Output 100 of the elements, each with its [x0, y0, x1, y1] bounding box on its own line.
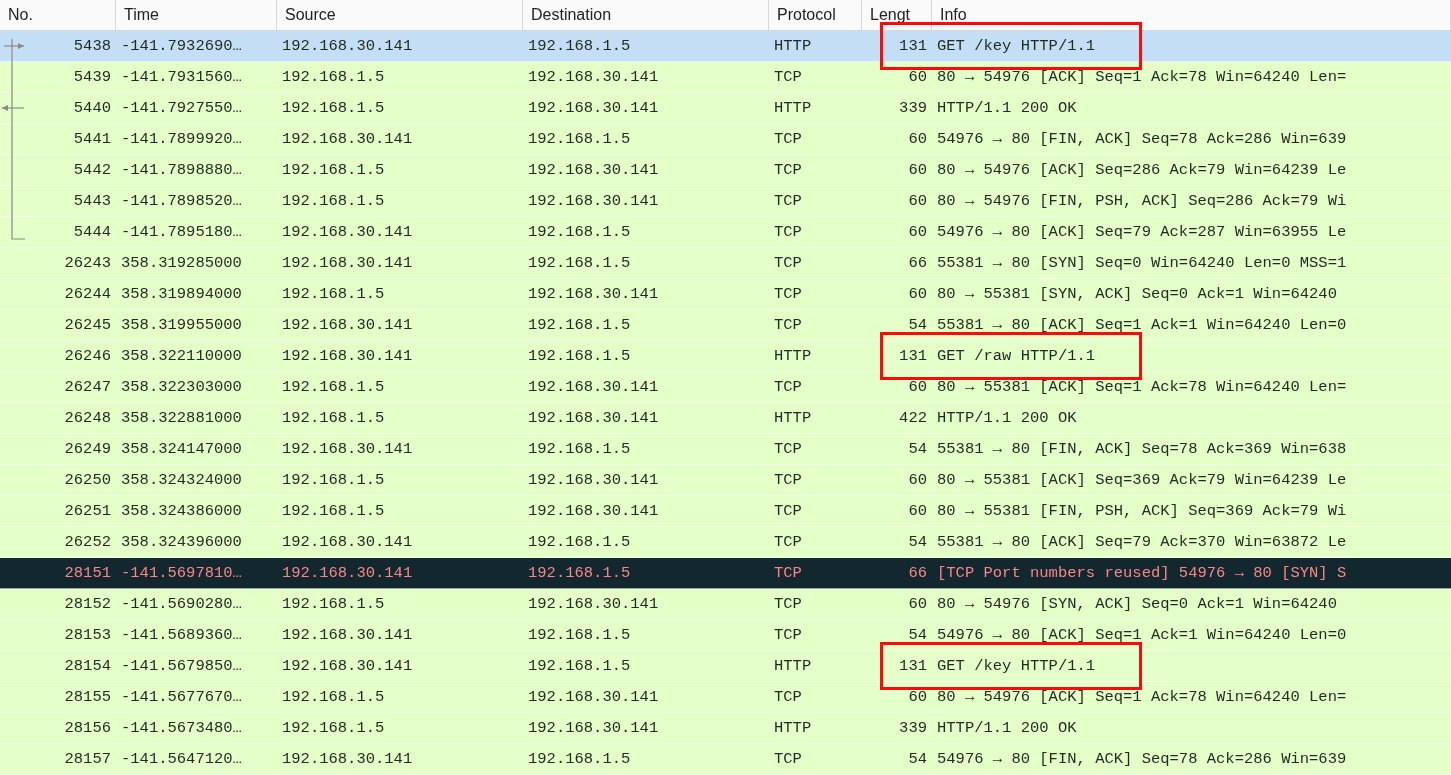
packet-row[interactable]: 5444 -141.7895180… 192.168.30.141 192.168.1.5 TCP 60 54976 → 80 [ACK] Seq=79 Ack=287 Win=63955 Le	[0, 217, 1451, 248]
table-cell: -141.5677670…	[121, 688, 242, 706]
table-cell: 66	[908, 254, 927, 272]
table-cell: 80 → 54976 [ACK] Seq=1 Ack=78 Win=64240 Len=	[937, 68, 1347, 86]
table-cell: 192.168.30.141	[282, 440, 413, 458]
packet-row[interactable]: 28156 -141.5673480… 192.168.1.5 192.168.30.141 HTTP 339 HTTP/1.1 200 OK	[0, 713, 1451, 744]
table-cell: 55381 → 80 [SYN] Seq=0 Win=64240 Len=0 MSS=1	[937, 254, 1347, 272]
table-cell: TCP	[774, 440, 802, 458]
packet-row[interactable]: 26244 358.319894000 192.168.1.5 192.168.30.141 TCP 60 80 → 55381 [SYN, ACK] Seq=0 Ack=1 Win=64240	[0, 279, 1451, 310]
table-cell: 60	[908, 285, 927, 303]
table-cell: HTTP/1.1 200 OK	[937, 719, 1077, 737]
packet-row[interactable]: 28154 -141.5679850… 192.168.30.141 192.168.1.5 HTTP 131 GET /key HTTP/1.1	[0, 651, 1451, 682]
table-cell: 26243	[64, 254, 111, 272]
table-cell: 131	[899, 347, 927, 365]
table-cell: TCP	[774, 68, 802, 86]
table-cell: 26250	[64, 471, 111, 489]
packet-row[interactable]: 28152 -141.5690280… 192.168.1.5 192.168.30.141 TCP 60 80 → 54976 [SYN, ACK] Seq=0 Ack=1 Win=64240	[0, 589, 1451, 620]
table-cell: 192.168.1.5	[528, 223, 631, 241]
table-cell: HTTP	[774, 409, 812, 427]
table-cell: 80 → 55381 [SYN, ACK] Seq=0 Ack=1 Win=64240	[937, 285, 1337, 303]
table-cell: 358.324147000	[121, 440, 242, 458]
packet-row[interactable]: 28153 -141.5689360… 192.168.30.141 192.168.1.5 TCP 54 54976 → 80 [ACK] Seq=1 Ack=1 Win=64240 Len=0	[0, 620, 1451, 651]
table-cell: TCP	[774, 626, 802, 644]
table-cell: 28157	[64, 750, 111, 768]
table-cell: 26248	[64, 409, 111, 427]
table-cell: 54	[908, 750, 927, 768]
packet-row[interactable]: 26252 358.324396000 192.168.30.141 192.168.1.5 TCP 54 55381 → 80 [ACK] Seq=79 Ack=370 Win=63872 Le	[0, 527, 1451, 558]
table-cell: 358.322110000	[121, 347, 242, 365]
column-header[interactable]: Time	[116, 0, 277, 30]
table-cell: 192.168.1.5	[282, 688, 385, 706]
table-cell: 192.168.1.5	[528, 130, 631, 148]
table-cell: TCP	[774, 223, 802, 241]
table-cell: TCP	[774, 378, 802, 396]
table-cell: 80 → 54976 [SYN, ACK] Seq=0 Ack=1 Win=64240	[937, 595, 1337, 613]
table-cell: 192.168.1.5	[528, 347, 631, 365]
column-header[interactable]: Destination	[523, 0, 769, 30]
packet-row[interactable]: 26243 358.319285000 192.168.30.141 192.168.1.5 TCP 66 55381 → 80 [SYN] Seq=0 Win=64240 Len=0 MSS=1	[0, 248, 1451, 279]
table-cell: -141.7931560…	[121, 68, 242, 86]
table-cell: HTTP/1.1 200 OK	[937, 99, 1077, 117]
table-cell: 358.324396000	[121, 533, 242, 551]
packet-row[interactable]: 26247 358.322303000 192.168.1.5 192.168.30.141 TCP 60 80 → 55381 [ACK] Seq=1 Ack=78 Win=64240 Len=	[0, 372, 1451, 403]
packet-row[interactable]: 26246 358.322110000 192.168.30.141 192.168.1.5 HTTP 131 GET /raw HTTP/1.1	[0, 341, 1451, 372]
table-cell: 60	[908, 223, 927, 241]
table-cell: 28151	[64, 564, 111, 582]
table-cell: 26252	[64, 533, 111, 551]
table-cell: 192.168.30.141	[282, 223, 413, 241]
table-cell: 192.168.1.5	[528, 564, 631, 582]
column-header[interactable]: Lengt	[862, 0, 932, 30]
packet-row[interactable]: 5441 -141.7899920… 192.168.30.141 192.168.1.5 TCP 60 54976 → 80 [FIN, ACK] Seq=78 Ack=286 Win=639	[0, 124, 1451, 155]
table-cell: 192.168.1.5	[282, 471, 385, 489]
table-cell: 60	[908, 68, 927, 86]
table-cell: 192.168.30.141	[528, 192, 659, 210]
table-cell: TCP	[774, 161, 802, 179]
table-cell: TCP	[774, 750, 802, 768]
table-cell: 192.168.30.141	[528, 378, 659, 396]
table-cell: 26249	[64, 440, 111, 458]
packet-row[interactable]: 26245 358.319955000 192.168.30.141 192.168.1.5 TCP 54 55381 → 80 [ACK] Seq=1 Ack=1 Win=64240 Len=0	[0, 310, 1451, 341]
packet-row[interactable]: 26250 358.324324000 192.168.1.5 192.168.30.141 TCP 60 80 → 55381 [ACK] Seq=369 Ack=79 Win=64239 Le	[0, 465, 1451, 496]
packet-row[interactable]: 5443 -141.7898520… 192.168.1.5 192.168.30.141 TCP 60 80 → 54976 [FIN, PSH, ACK] Seq=286 Ack=79 Wi	[0, 186, 1451, 217]
table-cell: 80 → 55381 [ACK] Seq=369 Ack=79 Win=64239 Le	[937, 471, 1347, 489]
table-cell: 358.322881000	[121, 409, 242, 427]
packet-row[interactable]: 28157 -141.5647120… 192.168.30.141 192.168.1.5 TCP 54 54976 → 80 [FIN, ACK] Seq=78 Ack=286 Win=639	[0, 744, 1451, 775]
table-cell: 339	[899, 719, 927, 737]
table-cell: -141.5697810…	[121, 564, 242, 582]
packet-row[interactable]: 5438 -141.7932690… 192.168.30.141 192.168.1.5 HTTP 131 GET /key HTTP/1.1	[0, 31, 1451, 62]
table-cell: 5444	[73, 223, 111, 241]
table-cell: 60	[908, 161, 927, 179]
table-cell: 192.168.1.5	[528, 254, 631, 272]
packet-row[interactable]: 5442 -141.7898880… 192.168.1.5 192.168.30.141 TCP 60 80 → 54976 [ACK] Seq=286 Ack=79 Win=64239 Le	[0, 155, 1451, 186]
packet-row[interactable]: 28151 -141.5697810… 192.168.30.141 192.168.1.5 TCP 66 [TCP Port numbers reused] 54976 → 80 [SYN] S	[0, 558, 1451, 589]
table-cell: -141.7898520…	[121, 192, 242, 210]
table-cell: 60	[908, 378, 927, 396]
table-cell: -141.5679850…	[121, 657, 242, 675]
table-cell: 55381 → 80 [ACK] Seq=79 Ack=370 Win=63872 Le	[937, 533, 1347, 551]
packet-row[interactable]: 26248 358.322881000 192.168.1.5 192.168.30.141 HTTP 422 HTTP/1.1 200 OK	[0, 403, 1451, 434]
table-cell: 192.168.1.5	[282, 192, 385, 210]
table-cell: 192.168.30.141	[282, 347, 413, 365]
table-cell: 5443	[73, 192, 111, 210]
table-cell: 192.168.1.5	[282, 285, 385, 303]
table-cell: TCP	[774, 564, 802, 582]
table-cell: TCP	[774, 533, 802, 551]
table-cell: 192.168.30.141	[528, 688, 659, 706]
column-header[interactable]: Source	[277, 0, 523, 30]
packet-row[interactable]: 26249 358.324147000 192.168.30.141 192.168.1.5 TCP 54 55381 → 80 [FIN, ACK] Seq=78 Ack=369 Win=638	[0, 434, 1451, 465]
table-cell: 80 → 54976 [FIN, PSH, ACK] Seq=286 Ack=79 Wi	[937, 192, 1347, 210]
column-header[interactable]: Protocol	[769, 0, 862, 30]
packet-row[interactable]: 5440 -141.7927550… 192.168.1.5 192.168.30.141 HTTP 339 HTTP/1.1 200 OK	[0, 93, 1451, 124]
packet-row[interactable]: 5439 -141.7931560… 192.168.1.5 192.168.30.141 TCP 60 80 → 54976 [ACK] Seq=1 Ack=78 Win=64240 Len=	[0, 62, 1451, 93]
table-cell: -141.5673480…	[121, 719, 242, 737]
table-cell: [TCP Port numbers reused] 54976 → 80 [SYN] S	[937, 564, 1347, 582]
table-cell: 60	[908, 130, 927, 148]
table-cell: 192.168.1.5	[282, 719, 385, 737]
column-header[interactable]: No.	[0, 0, 116, 30]
table-cell: 192.168.30.141	[282, 750, 413, 768]
table-cell: 60	[908, 688, 927, 706]
packet-row[interactable]: 26251 358.324386000 192.168.1.5 192.168.30.141 TCP 60 80 → 55381 [FIN, PSH, ACK] Seq=369 Ack=79 Wi	[0, 496, 1451, 527]
column-header[interactable]: Info	[932, 0, 1451, 30]
packet-row[interactable]: 28155 -141.5677670… 192.168.1.5 192.168.30.141 TCP 60 80 → 54976 [ACK] Seq=1 Ack=78 Win=64240 Len=	[0, 682, 1451, 713]
table-cell: 80 → 54976 [ACK] Seq=1 Ack=78 Win=64240 Len=	[937, 688, 1347, 706]
table-cell: TCP	[774, 254, 802, 272]
